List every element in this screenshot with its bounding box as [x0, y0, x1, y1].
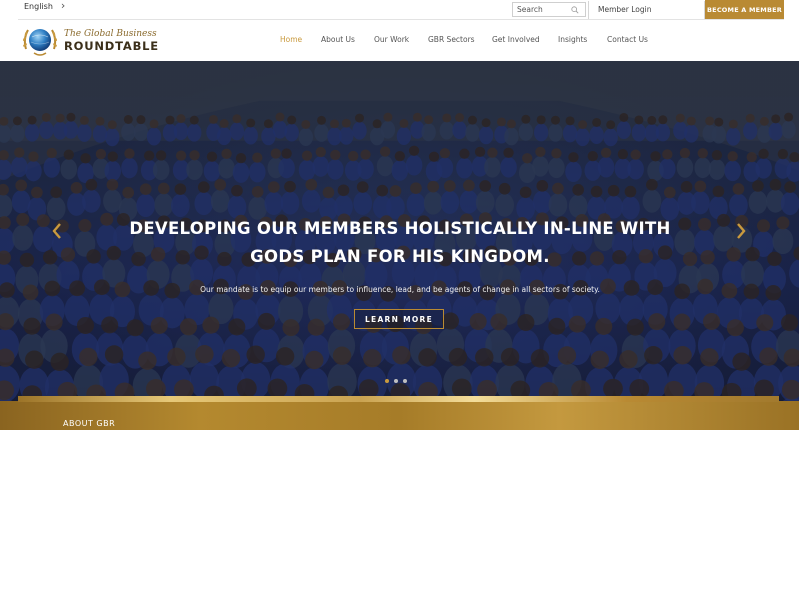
logo-main-text: ROUNDTABLE — [64, 38, 159, 53]
about-gold-band: ABOUT GBR — [0, 401, 799, 430]
about-gbr-label: ABOUT GBR — [63, 419, 116, 428]
nav-item-our-work[interactable]: Our Work — [374, 35, 428, 44]
search-input[interactable] — [517, 5, 565, 14]
hero-title: DEVELOPING OUR MEMBERS HOLISTICALLY IN-L… — [0, 215, 799, 271]
search-icon[interactable] — [571, 6, 579, 14]
main-menu: Home About Us Our Work GBR Sectors Get I… — [280, 35, 657, 44]
language-label: English — [24, 2, 53, 11]
become-member-button[interactable]: BECOME A MEMBER — [705, 0, 784, 19]
nav-item-about-us[interactable]: About Us — [321, 35, 374, 44]
learn-more-button[interactable]: LEARN MORE — [354, 309, 444, 329]
language-selector[interactable]: English › — [24, 0, 66, 12]
globe-laurel-logo — [23, 29, 57, 56]
top-utility-bar: English › Member Login BECOME A MEMBER — [18, 0, 784, 20]
main-navbar: The Global Business ROUNDTABLE Home Abou… — [0, 20, 800, 61]
logo-wordmark: The Global Business ROUNDTABLE — [64, 28, 159, 53]
slider-dot-3[interactable] — [403, 379, 407, 383]
chevron-right-icon: › — [60, 0, 66, 12]
slider-dot-2[interactable] — [394, 379, 398, 383]
hero-title-line-2: GODS PLAN FOR HIS KINGDOM. — [250, 247, 550, 266]
member-login-link[interactable]: Member Login — [588, 1, 705, 19]
nav-item-insights[interactable]: Insights — [558, 35, 607, 44]
logo-script-text: The Global Business — [64, 28, 157, 39]
site-logo[interactable]: The Global Business ROUNDTABLE — [20, 23, 159, 59]
nav-item-get-involved[interactable]: Get Involved — [492, 35, 558, 44]
hero-subtitle: Our mandate is to equip our members to i… — [200, 285, 600, 294]
slider-dots — [385, 379, 407, 383]
nav-item-gbr-sectors[interactable]: GBR Sectors — [428, 35, 492, 44]
search-box[interactable] — [512, 2, 586, 17]
gold-divider-line — [18, 396, 779, 402]
hero-slider: DEVELOPING OUR MEMBERS HOLISTICALLY IN-L… — [0, 61, 799, 430]
nav-item-contact-us[interactable]: Contact Us — [607, 35, 657, 44]
nav-item-home[interactable]: Home — [280, 35, 321, 44]
slider-dot-1[interactable] — [385, 379, 389, 383]
hero-title-line-1: DEVELOPING OUR MEMBERS HOLISTICALLY IN-L… — [129, 219, 671, 238]
